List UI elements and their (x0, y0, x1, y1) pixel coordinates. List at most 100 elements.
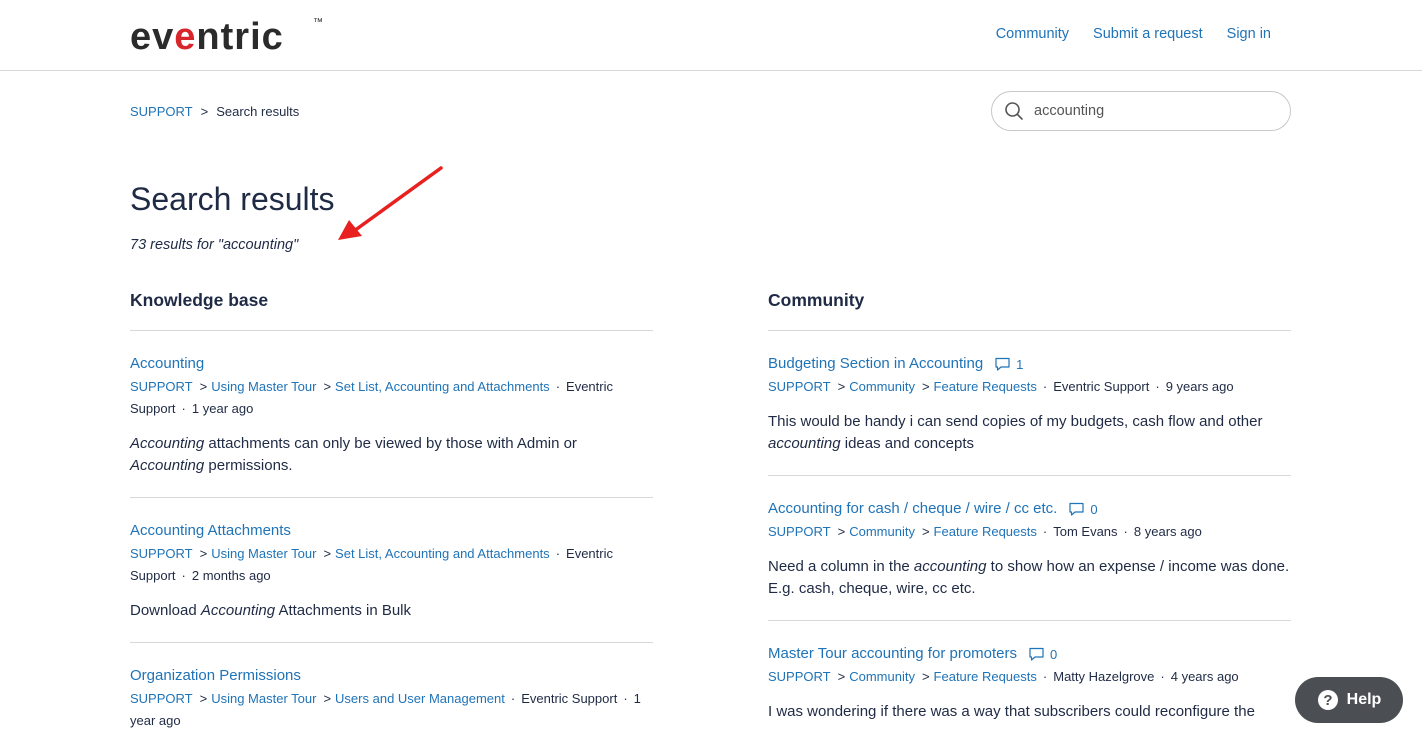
result-path-link[interactable]: Community (849, 524, 915, 539)
snippet-text: Accounting (130, 435, 205, 452)
nav-submit-request[interactable]: Submit a request (1093, 26, 1203, 42)
comment-count: 0 (1069, 501, 1098, 517)
question-icon: ? (1317, 690, 1338, 710)
result-author: Eventric Support (1053, 379, 1150, 394)
result-path-link[interactable]: Set List, Accounting and Attachments (335, 546, 550, 561)
result-path-link[interactable]: SUPPORT (130, 379, 193, 394)
annotation-arrow (338, 166, 443, 240)
community-heading: Community (768, 290, 1291, 331)
result-path-link[interactable]: Using Master Tour (211, 691, 316, 706)
breadcrumb-separator: > (199, 379, 208, 394)
comment-count-value: 1 (1016, 356, 1024, 372)
breadcrumb-separator: > (837, 669, 846, 684)
search-result-item: Budgeting Section in Accounting 1 SUPPORT >… (768, 331, 1291, 476)
meta-dot: · (1160, 669, 1165, 684)
result-title-link[interactable]: Accounting for cash / cheque / wire / cc… (768, 499, 1057, 519)
comment-icon (995, 357, 1010, 371)
result-path-link[interactable]: SUPPORT (768, 669, 831, 684)
breadcrumb-separator: > (323, 691, 332, 706)
breadcrumb-separator: > (323, 546, 332, 561)
result-path-link[interactable]: SUPPORT (768, 524, 831, 539)
result-meta: SUPPORT > Using Master Tour > Set List, Acco… (130, 543, 653, 587)
snippet-text: Accounting (200, 602, 276, 619)
result-meta: SUPPORT > Community > Feature Requests · Event… (768, 376, 1291, 398)
result-path-link[interactable]: Community (849, 669, 915, 684)
snippet-text: permissions. (204, 457, 293, 474)
result-path-link[interactable]: SUPPORT (130, 546, 193, 561)
snippet-text: Attachments in Bulk (275, 602, 412, 619)
result-snippet: Accounting attachments can only be viewe… (130, 433, 653, 477)
search-input[interactable] (1034, 103, 1274, 119)
meta-dot: · (1155, 379, 1160, 394)
result-path-link[interactable]: Feature Requests (934, 379, 1037, 394)
result-meta: SUPPORT > Community > Feature Requests · Matty… (768, 666, 1291, 688)
breadcrumb-separator: > (200, 104, 209, 119)
result-path-link[interactable]: Feature Requests (934, 669, 1037, 684)
breadcrumb-separator: > (837, 379, 846, 394)
comment-count-value: 0 (1050, 646, 1058, 662)
result-path-link[interactable]: Feature Requests (934, 524, 1037, 539)
result-path-link[interactable]: Set List, Accounting and Attachments (335, 379, 550, 394)
result-path-link[interactable]: SUPPORT (768, 379, 831, 394)
result-time: 4 years ago (1170, 669, 1239, 684)
comment-count: 0 (1029, 647, 1057, 662)
help-button[interactable]: ? Help (1295, 677, 1403, 723)
comment-count: 1 (995, 357, 1023, 372)
result-title-link[interactable]: Master Tour accounting for promoters (768, 644, 1017, 664)
result-title-link[interactable]: Accounting Attachments (130, 521, 291, 541)
result-title-link[interactable]: Accounting (130, 354, 204, 374)
search-result-item: Accounting SUPPORT > Using Master Tour > Set … (130, 331, 653, 498)
page-title: Search results (130, 181, 335, 217)
breadcrumb-separator: > (199, 546, 208, 561)
meta-dot: · (623, 691, 628, 706)
meta-dot: · (510, 691, 516, 706)
result-snippet: I was wondering if there was a way that … (768, 701, 1291, 723)
nav-community[interactable]: Community (996, 26, 1069, 42)
result-path-link[interactable]: Using Master Tour (211, 546, 316, 561)
result-title-link[interactable]: Organization Permissions (130, 666, 301, 686)
result-meta: SUPPORT > Using Master Tour > Set List, Acco… (130, 376, 653, 420)
result-title-row: Budgeting Section in Accounting 1 (768, 354, 1291, 374)
meta-dot: · (1042, 524, 1048, 539)
result-title-link[interactable]: Budgeting Section in Accounting (768, 354, 983, 374)
snippet-text: accounting (768, 435, 841, 452)
breadcrumb-separator: > (921, 524, 930, 539)
breadcrumb-support[interactable]: SUPPORT (130, 104, 193, 119)
result-author: Tom Evans (1053, 524, 1118, 539)
meta-dot: · (1042, 669, 1048, 684)
comment-icon (1069, 502, 1084, 516)
breadcrumb-separator: > (199, 691, 208, 706)
breadcrumb-separator: > (837, 524, 846, 539)
comment-count-value: 0 (1090, 501, 1098, 517)
top-nav: Community Submit a request Sign in (996, 26, 1271, 42)
result-title-row: Accounting for cash / cheque / wire / cc… (768, 499, 1291, 519)
snippet-text: attachments can only be viewed by those … (204, 435, 577, 452)
result-title-row: Master Tour accounting for promoters 0 (768, 644, 1291, 664)
nav-sign-in[interactable]: Sign in (1227, 26, 1271, 42)
result-meta: SUPPORT > Using Master Tour > Users and User… (130, 688, 653, 732)
snippet-text: Accounting (130, 457, 205, 474)
knowledge-base-column: Knowledge base Accounting SUPPORT > Using M… (130, 290, 653, 734)
meta-dot: · (181, 401, 186, 416)
meta-dot: · (1042, 379, 1048, 394)
search-box[interactable] (991, 91, 1291, 131)
snippet-text: I was wondering if there was a way that … (768, 703, 1255, 720)
search-result-item: Master Tour accounting for promoters 0 SUP… (768, 621, 1291, 734)
search-result-item: Organization Permissions SUPPORT > Using Ma… (130, 643, 653, 734)
result-path-link[interactable]: Community (849, 379, 915, 394)
search-icon (1005, 102, 1023, 120)
result-title-row: Accounting (130, 354, 653, 374)
result-count: 73 results for "accounting" (130, 237, 299, 253)
meta-dot: · (181, 568, 186, 583)
result-path-link[interactable]: Using Master Tour (211, 379, 316, 394)
snippet-text: This would be handy i can send copies of… (768, 413, 1263, 430)
breadcrumb-current: Search results (216, 104, 300, 119)
result-path-link[interactable]: SUPPORT (130, 691, 193, 706)
result-path-link[interactable]: Users and User Management (335, 691, 505, 706)
meta-dot: · (555, 379, 561, 394)
knowledge-base-heading: Knowledge base (130, 290, 653, 331)
breadcrumb-separator: > (921, 669, 930, 684)
svg-text:?: ? (1323, 692, 1332, 709)
help-label: Help (1346, 691, 1382, 708)
eventric-logo[interactable]: eventric ™ (130, 13, 326, 58)
